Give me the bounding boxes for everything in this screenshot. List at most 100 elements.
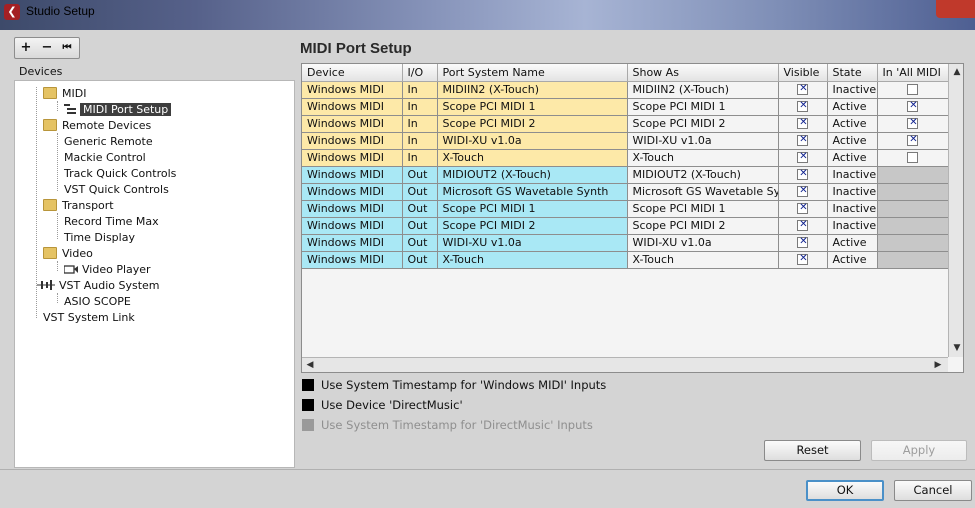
cell-show-as[interactable]: Scope PCI MIDI 2 (627, 115, 779, 133)
column-header-io[interactable]: I/O (402, 64, 438, 82)
cell-port-system-name[interactable]: MIDIIN2 (X-Touch) (437, 81, 628, 99)
vertical-scrollbar[interactable]: ▲ ▼ (948, 64, 963, 357)
timestamp-windows-midi-checkbox[interactable] (302, 379, 314, 391)
column-header-visible[interactable]: Visible (778, 64, 828, 82)
table-row[interactable]: Windows MIDI Out Scope PCI MIDI 2 Scope PCI… (302, 217, 949, 235)
cell-device[interactable]: Windows MIDI (302, 115, 403, 133)
add-device-button[interactable]: + (17, 40, 35, 56)
cell-io[interactable]: Out (402, 217, 438, 235)
table-row[interactable]: Windows MIDIOutX-TouchX-TouchActive (302, 251, 949, 269)
visible-checkbox[interactable] (797, 83, 809, 95)
cell-io[interactable]: In (402, 115, 438, 133)
cell-port-system-name[interactable]: WIDI-XU v1.0a (437, 132, 628, 150)
cell-show-as[interactable]: WIDI-XU v1.0a (627, 132, 779, 150)
timestamp-directmusic-option[interactable]: Use System Timestamp for 'DirectMusic' I… (302, 418, 593, 432)
column-header-state[interactable]: State (827, 64, 878, 82)
table-row[interactable]: Windows MIDI Out Scope PCI MIDI 1 Scope PCI… (302, 200, 949, 218)
cell-port-system-name[interactable]: Scope PCI MIDI 2 (437, 217, 628, 235)
in-all-midi-checkbox[interactable] (907, 152, 918, 163)
cell-show-as[interactable]: MIDIIN2 (X-Touch) (627, 81, 779, 99)
table-row[interactable]: Windows MIDI In MIDIIN2 (X-Touch) MIDIIN2 (… (302, 81, 949, 99)
sidebar-item-midi[interactable]: MIDI (43, 86, 86, 102)
cell-show-as[interactable]: MIDIOUT2 (X-Touch) (627, 166, 779, 184)
cell-device[interactable]: Windows MIDI (302, 166, 403, 184)
cell-show-as[interactable]: Scope PCI MIDI 1 (627, 98, 779, 116)
cell-port-system-name[interactable]: X-Touch (437, 251, 628, 269)
cell-io[interactable]: In (402, 149, 438, 167)
column-header-port-system-name[interactable]: Port System Name (437, 64, 628, 82)
cell-device[interactable]: Windows MIDI (302, 149, 403, 167)
cell-port-system-name[interactable]: WIDI-XU v1.0a (437, 234, 628, 252)
cell-show-as[interactable]: WIDI-XU v1.0a (627, 234, 779, 252)
cell-device[interactable]: Windows MIDI (302, 183, 403, 201)
cell-device[interactable]: Windows MIDI (302, 217, 403, 235)
cell-port-system-name[interactable]: Scope PCI MIDI 1 (437, 200, 628, 218)
visible-checkbox[interactable] (797, 202, 809, 214)
visible-checkbox[interactable] (797, 185, 809, 197)
table-row[interactable]: Windows MIDI In WIDI-XU v1.0a WIDI-XU v1.0a… (302, 132, 949, 150)
sidebar-item-transport[interactable]: Transport (43, 198, 114, 214)
cell-device[interactable]: Windows MIDI (302, 98, 403, 116)
sidebar-item-video[interactable]: Video (43, 246, 93, 262)
cell-show-as[interactable]: Microsoft GS Wavetable Synth (627, 183, 779, 201)
in-all-midi-checkbox[interactable] (907, 117, 919, 129)
visible-checkbox[interactable] (797, 134, 809, 146)
sidebar-item-vst-audio-system[interactable]: VST Audio System (37, 278, 160, 294)
cell-io[interactable]: Out (402, 166, 438, 184)
scroll-left-icon[interactable]: ◀ (304, 359, 316, 371)
cell-device[interactable]: Windows MIDI (302, 132, 403, 150)
sidebar-item-video-player[interactable]: Video Player (64, 262, 151, 278)
cell-io[interactable]: In (402, 81, 438, 99)
use-directmusic-checkbox[interactable] (302, 399, 314, 411)
cell-show-as[interactable]: Scope PCI MIDI 1 (627, 200, 779, 218)
remove-device-button[interactable]: − (38, 40, 56, 56)
table-row[interactable]: Windows MIDI Out Microsoft GS Wavetable Sy… (302, 183, 949, 201)
visible-checkbox[interactable] (797, 151, 809, 163)
column-header-in-all-midi[interactable]: In 'All MIDI (877, 64, 949, 82)
table-row[interactable]: Windows MIDI Out MIDIOUT2 (X-Touch) MIDIOUT… (302, 166, 949, 184)
use-directmusic-option[interactable]: Use Device 'DirectMusic' (302, 398, 463, 412)
ok-button[interactable]: OK (806, 480, 884, 501)
in-all-midi-checkbox[interactable] (907, 84, 918, 95)
visible-checkbox[interactable] (797, 117, 809, 129)
cell-port-system-name[interactable]: Scope PCI MIDI 1 (437, 98, 628, 116)
sidebar-item-mackie-control[interactable]: Mackie Control (64, 150, 146, 166)
visible-checkbox[interactable] (797, 168, 809, 180)
sidebar-item-asio-scope[interactable]: ASIO SCOPE (64, 294, 131, 310)
cell-io[interactable]: Out (402, 234, 438, 252)
cell-show-as[interactable]: Scope PCI MIDI 2 (627, 217, 779, 235)
table-row[interactable]: Windows MIDI In Scope PCI MIDI 2 Scope PCI … (302, 115, 949, 133)
sidebar-item-midi-port-setup[interactable]: MIDI Port Setup (64, 102, 172, 118)
visible-checkbox[interactable] (797, 236, 809, 248)
cell-port-system-name[interactable]: X-Touch (437, 149, 628, 167)
in-all-midi-checkbox[interactable] (907, 134, 919, 146)
reset-device-button[interactable]: ⏮ (58, 40, 76, 56)
sidebar-item-remote-devices[interactable]: Remote Devices (43, 118, 151, 134)
horizontal-scrollbar[interactable]: ◀ ▶ (302, 357, 948, 372)
cell-io[interactable]: In (402, 98, 438, 116)
cell-show-as[interactable]: X-Touch (627, 149, 779, 167)
scroll-right-icon[interactable]: ▶ (932, 359, 944, 371)
sidebar-item-track-quick-controls[interactable]: Track Quick Controls (64, 166, 176, 182)
scroll-up-icon[interactable]: ▲ (951, 66, 963, 78)
cell-port-system-name[interactable]: Scope PCI MIDI 2 (437, 115, 628, 133)
cell-device[interactable]: Windows MIDI (302, 81, 403, 99)
in-all-midi-checkbox[interactable] (907, 100, 919, 112)
scroll-down-icon[interactable]: ▼ (951, 342, 963, 354)
cell-io[interactable]: Out (402, 183, 438, 201)
cell-show-as[interactable]: X-Touch (627, 251, 779, 269)
cell-port-system-name[interactable]: Microsoft GS Wavetable Synth (437, 183, 628, 201)
sidebar-item-vst-quick-controls[interactable]: VST Quick Controls (64, 182, 169, 198)
table-row[interactable]: Windows MIDIInX-TouchX-TouchActive (302, 149, 949, 167)
timestamp-directmusic-checkbox[interactable] (302, 419, 314, 431)
cancel-button[interactable]: Cancel (894, 480, 972, 501)
sidebar-item-vst-system-link[interactable]: VST System Link (43, 310, 135, 326)
timestamp-windows-midi-option[interactable]: Use System Timestamp for 'Windows MIDI' … (302, 378, 606, 392)
apply-button[interactable]: Apply (871, 440, 967, 461)
visible-checkbox[interactable] (797, 219, 809, 231)
sidebar-item-time-display[interactable]: Time Display (64, 230, 135, 246)
table-row[interactable]: Windows MIDI In Scope PCI MIDI 1 Scope PCI … (302, 98, 949, 116)
table-row[interactable]: Windows MIDI Out WIDI-XU v1.0a WIDI-XU v1.0… (302, 234, 949, 252)
cell-io[interactable]: Out (402, 251, 438, 269)
cell-io[interactable]: In (402, 132, 438, 150)
